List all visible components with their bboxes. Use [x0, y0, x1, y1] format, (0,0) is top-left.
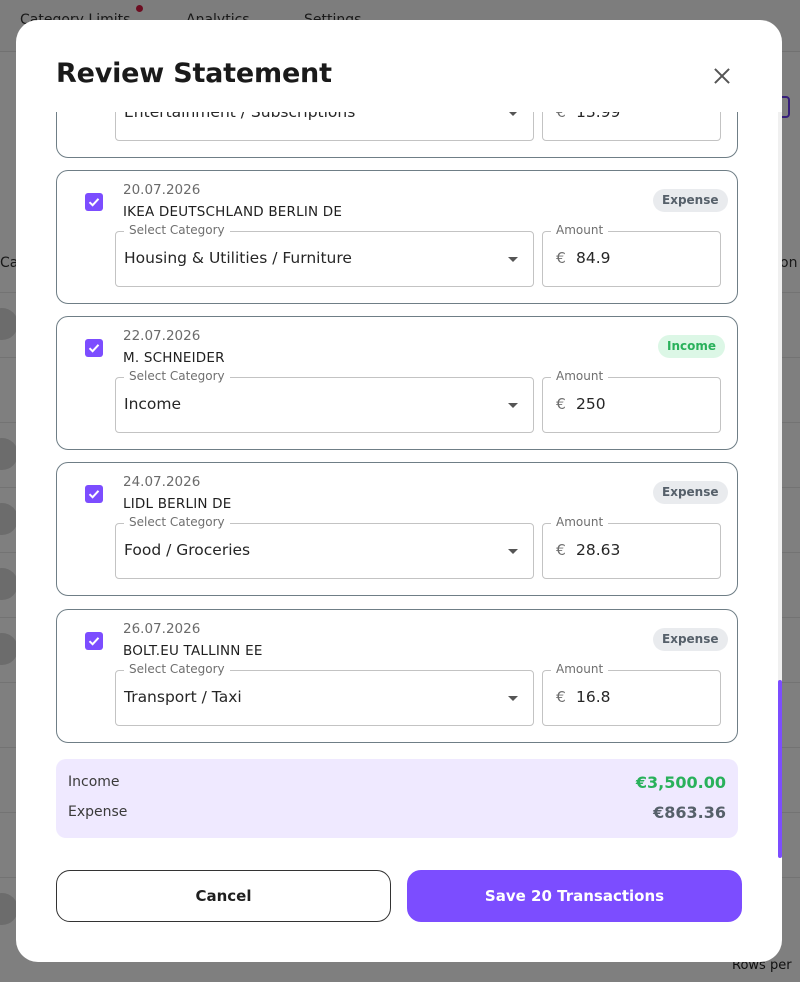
expense-total: €863.36 — [653, 803, 726, 822]
amount-label: Amount — [551, 369, 609, 383]
type-badge: Expense — [653, 189, 728, 212]
category-value: Food / Groceries — [124, 541, 251, 559]
amount-value: 250 — [576, 395, 606, 413]
amount-field[interactable]: Amount € 250 — [542, 369, 721, 433]
transaction-date: 22.07.2026 — [123, 328, 201, 344]
transaction-description: IKEA DEUTSCHLAND BERLIN DE — [123, 204, 343, 220]
transaction-card: 24.07.2026 LIDL BERLIN DE Expense Select… — [56, 462, 738, 596]
amount-value: 28.63 — [576, 541, 621, 559]
amount-value: 16.8 — [576, 688, 611, 706]
amount-value: 13.99 — [576, 112, 621, 121]
amount-value: 84.9 — [576, 249, 611, 267]
amount-field[interactable]: Amount € 28.63 — [542, 515, 721, 579]
amount-field[interactable]: Amount € 84.9 — [542, 223, 721, 287]
include-checkbox[interactable] — [85, 339, 103, 357]
transaction-card: 20.07.2026 IKEA DEUTSCHLAND BERLIN DE Ex… — [56, 170, 738, 304]
currency-symbol: € — [556, 112, 566, 121]
amount-label: Amount — [551, 515, 609, 529]
category-value: Transport / Taxi — [124, 688, 242, 706]
category-label: Select Category — [124, 223, 230, 237]
transaction-description: M. SCHNEIDER — [123, 350, 225, 366]
category-value: Entertainment / Subscriptions — [124, 112, 356, 121]
amount-field[interactable]: Amount € 16.8 — [542, 662, 721, 726]
transaction-date: 26.07.2026 — [123, 621, 201, 637]
category-value: Income — [124, 395, 182, 413]
chevron-down-icon — [508, 112, 518, 116]
transaction-description: BOLT.EU TALLINN EE — [123, 643, 263, 659]
check-icon — [88, 490, 100, 499]
amount-label: Amount — [551, 662, 609, 676]
category-value: Housing & Utilities / Furniture — [124, 249, 352, 267]
chevron-down-icon — [508, 696, 518, 701]
review-statement-dialog: Review Statement Entertainment / Subscri… — [16, 20, 782, 962]
type-badge: Income — [658, 335, 726, 358]
income-total: €3,500.00 — [635, 773, 726, 792]
income-label: Income — [68, 774, 120, 790]
category-label: Select Category — [124, 369, 230, 383]
category-select[interactable]: Select Category Income — [115, 369, 534, 433]
check-icon — [88, 344, 100, 353]
category-select[interactable]: Select Category Transport / Taxi — [115, 662, 534, 726]
save-transactions-button[interactable]: Save 20 Transactions — [407, 870, 742, 922]
currency-symbol: € — [556, 541, 566, 559]
transaction-card: Entertainment / Subscriptions € 13.99 — [56, 112, 738, 158]
currency-symbol: € — [556, 395, 566, 413]
dialog-title: Review Statement — [56, 58, 332, 89]
currency-symbol: € — [556, 249, 566, 267]
category-select[interactable]: Select Category Housing & Utilities / Fu… — [115, 223, 534, 287]
scrollbar-thumb[interactable] — [778, 680, 782, 858]
include-checkbox[interactable] — [85, 485, 103, 503]
chevron-down-icon — [508, 403, 518, 408]
type-badge: Expense — [653, 628, 728, 651]
check-icon — [88, 637, 100, 646]
chevron-down-icon — [508, 257, 518, 262]
amount-field[interactable]: € 13.99 — [542, 112, 721, 141]
transaction-description: LIDL BERLIN DE — [123, 496, 232, 512]
category-label: Select Category — [124, 662, 230, 676]
totals-summary: Income €3,500.00 Expense €863.36 — [56, 759, 738, 838]
expense-label: Expense — [68, 804, 128, 820]
transactions-scroll-area[interactable]: Entertainment / Subscriptions € 13.99 20… — [16, 112, 782, 850]
currency-symbol: € — [556, 688, 566, 706]
category-select[interactable]: Select Category Food / Groceries — [115, 515, 534, 579]
type-badge: Expense — [653, 481, 728, 504]
transaction-card: 22.07.2026 M. SCHNEIDER Income Select Ca… — [56, 316, 738, 450]
amount-label: Amount — [551, 223, 609, 237]
check-icon — [88, 198, 100, 207]
close-icon[interactable] — [712, 66, 732, 86]
include-checkbox[interactable] — [85, 632, 103, 650]
category-select[interactable]: Entertainment / Subscriptions — [115, 112, 534, 141]
chevron-down-icon — [508, 549, 518, 554]
transaction-date: 24.07.2026 — [123, 474, 201, 490]
transaction-card: 26.07.2026 BOLT.EU TALLINN EE Expense Se… — [56, 609, 738, 743]
include-checkbox[interactable] — [85, 193, 103, 211]
transaction-date: 20.07.2026 — [123, 182, 201, 198]
category-label: Select Category — [124, 515, 230, 529]
cancel-button[interactable]: Cancel — [56, 870, 391, 922]
